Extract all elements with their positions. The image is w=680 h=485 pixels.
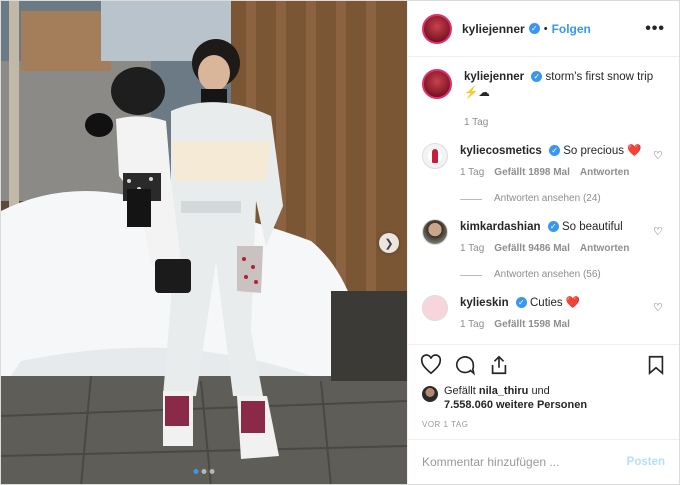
caption-time[interactable]: 1 Tag — [464, 115, 488, 131]
comment-time[interactable]: 1 Tag — [460, 241, 484, 257]
comment-like-heart-icon[interactable]: ♡ — [653, 149, 665, 162]
post-header: kyliejenner ✓ • Folgen ••• — [408, 1, 679, 57]
post-actions-bar — [408, 344, 679, 384]
share-icon[interactable] — [488, 354, 510, 376]
reply-button[interactable]: Antworten — [580, 241, 629, 257]
view-replies-button[interactable]: Antworten ansehen (24) — [460, 191, 665, 207]
list-item: kylieskin ✓ Cuties ❤️ 1 Tag Gefällt 1598… — [422, 295, 665, 333]
avatar[interactable] — [422, 13, 452, 44]
carousel-dot — [209, 469, 215, 474]
instagram-post-modal: ❯ kyliejenner ✓ • Folgen ••• kyliejenner… — [0, 0, 680, 485]
post-side-panel: kyliejenner ✓ • Folgen ••• kyliejenner ✓… — [407, 1, 679, 484]
comment-time[interactable]: 1 Tag — [460, 165, 484, 181]
post-comment-button[interactable]: Posten — [627, 456, 665, 468]
verified-badge-icon: ✓ — [515, 297, 527, 309]
add-comment-bar: Posten — [408, 440, 679, 484]
verified-badge-icon: ✓ — [547, 221, 559, 233]
avatar[interactable] — [422, 143, 448, 169]
header-separator: • — [543, 22, 548, 35]
follow-button[interactable]: Folgen — [552, 22, 591, 36]
carousel-dot — [193, 469, 199, 474]
comment-input[interactable] — [422, 455, 627, 469]
view-replies-label: Antworten ansehen (56) — [494, 269, 601, 280]
comment-text: So precious — [563, 145, 624, 157]
comment-like-heart-icon[interactable]: ♡ — [653, 301, 665, 314]
heart-emoji: ❤️ — [565, 297, 581, 309]
avatar[interactable] — [422, 386, 438, 402]
photo-scene — [1, 1, 407, 484]
comment-icon[interactable] — [454, 354, 476, 376]
caption-emoji: ⚡☁ — [464, 87, 490, 99]
heart-emoji: ❤️ — [627, 145, 642, 157]
likes-conj: und — [531, 385, 550, 397]
more-options-icon[interactable]: ••• — [645, 20, 665, 38]
likes-summary: Gefällt nila_thiru und 7.558.060 weitere… — [408, 384, 679, 412]
likes-count[interactable]: 7.558.060 weitere Personen — [444, 399, 587, 411]
comment-likes[interactable]: Gefällt 9486 Mal — [494, 241, 570, 257]
view-replies-label: Antworten ansehen (24) — [494, 193, 601, 204]
carousel-next-button[interactable]: ❯ — [379, 233, 399, 253]
header-username[interactable]: kyliejenner — [462, 22, 525, 36]
likes-prefix: Gefällt — [444, 385, 476, 397]
comment-time[interactable]: 1 Tag — [460, 317, 484, 333]
post-date[interactable]: VOR 1 TAG — [408, 412, 679, 440]
comment-username[interactable]: kyliecosmetics — [460, 145, 542, 157]
verified-badge-icon: ✓ — [531, 71, 543, 83]
reply-button[interactable]: Antworten — [580, 165, 629, 181]
post-photo[interactable]: ❯ — [1, 1, 407, 484]
chevron-right-icon: ❯ — [384, 237, 394, 250]
avatar[interactable] — [422, 69, 452, 99]
comments-list[interactable]: kyliejenner ✓ storm's first snow trip ⚡☁… — [408, 57, 679, 344]
heart-icon[interactable] — [420, 353, 442, 376]
list-item: kimkardashian ✓ So beautiful 1 Tag Gefäl… — [422, 219, 665, 283]
carousel-dots — [193, 469, 215, 474]
comment-text: So beautiful — [561, 221, 623, 233]
avatar[interactable] — [422, 219, 448, 245]
likes-user[interactable]: nila_thiru — [479, 385, 529, 397]
verified-badge-icon: ✓ — [528, 23, 540, 34]
comment-likes[interactable]: Gefällt 1598 Mal — [494, 317, 570, 333]
caption-username[interactable]: kyliejenner — [464, 71, 524, 83]
avatar[interactable] — [422, 295, 448, 321]
comment-likes[interactable]: Gefällt 1898 Mal — [494, 165, 570, 181]
verified-badge-icon: ✓ — [549, 145, 561, 157]
carousel-dot — [201, 469, 207, 474]
comment-username[interactable]: kylieskin — [460, 297, 509, 309]
view-replies-button[interactable]: Antworten ansehen (56) — [460, 267, 665, 283]
comment-like-heart-icon[interactable]: ♡ — [653, 225, 665, 238]
caption-text: storm's first snow trip — [545, 71, 654, 83]
bookmark-icon[interactable] — [645, 354, 667, 376]
post-caption: kyliejenner ✓ storm's first snow trip ⚡☁… — [422, 69, 665, 131]
list-item: kyliecosmetics ✓ So precious ❤️ 1 Tag Ge… — [422, 143, 665, 207]
comment-username[interactable]: kimkardashian — [460, 221, 541, 233]
comment-text: Cuties — [530, 297, 563, 309]
